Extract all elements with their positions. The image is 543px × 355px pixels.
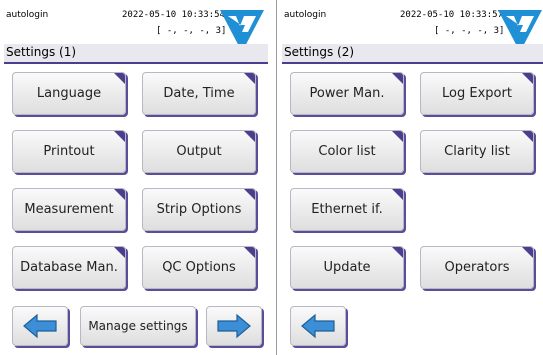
forward-arrow-icon [217, 313, 251, 339]
back-button[interactable] [12, 306, 68, 346]
page-title: Settings (1) [6, 45, 77, 59]
page-title: Settings (2) [284, 45, 355, 59]
date-time-button[interactable]: Date, Time [142, 72, 256, 115]
back-arrow-icon [23, 313, 57, 339]
clarity-list-button[interactable]: Clarity list [420, 130, 534, 173]
manage-settings-button[interactable]: Manage settings [80, 306, 196, 346]
color-list-button[interactable]: Color list [290, 130, 404, 173]
title-bar: Settings (2) [282, 44, 543, 64]
language-button[interactable]: Language [12, 72, 126, 115]
user-label: autologin [284, 10, 327, 20]
settings-screen-1: autologin 2022-05-10 10:33:54 [ -, -, -,… [4, 7, 268, 355]
back-button[interactable] [290, 306, 346, 346]
datetime-label: 2022-05-10 10:33:57 [400, 10, 503, 20]
screen-divider [276, 0, 277, 355]
back-arrow-icon [301, 313, 335, 339]
update-button[interactable]: Update [290, 246, 404, 289]
settings-panel: Power Man. Log Export Color list Clarity… [282, 64, 543, 355]
settings-screen-2: autologin 2022-05-10 10:33:57 [ -, -, -,… [282, 7, 543, 355]
ethernet-if-button[interactable]: Ethernet if. [290, 188, 404, 231]
top-caption-strip [0, 0, 543, 7]
strip-options-button[interactable]: Strip Options [142, 188, 256, 231]
datetime-label: 2022-05-10 10:33:54 [122, 10, 225, 20]
forward-button[interactable] [206, 306, 262, 346]
log-export-button[interactable]: Log Export [420, 72, 534, 115]
output-button[interactable]: Output [142, 130, 256, 173]
status-coords: [ -, -, -, 3] [156, 26, 227, 36]
user-label: autologin [6, 10, 49, 20]
printout-button[interactable]: Printout [12, 130, 126, 173]
measurement-button[interactable]: Measurement [12, 188, 126, 231]
database-man-button[interactable]: Database Man. [12, 246, 126, 289]
power-man-button[interactable]: Power Man. [290, 72, 404, 115]
operators-button[interactable]: Operators [420, 246, 534, 289]
qc-options-button[interactable]: QC Options [142, 246, 256, 289]
status-coords: [ -, -, -, 3] [434, 26, 505, 36]
settings-panel: Language Date, Time Printout Output Meas… [4, 64, 268, 355]
title-bar: Settings (1) [4, 44, 268, 64]
